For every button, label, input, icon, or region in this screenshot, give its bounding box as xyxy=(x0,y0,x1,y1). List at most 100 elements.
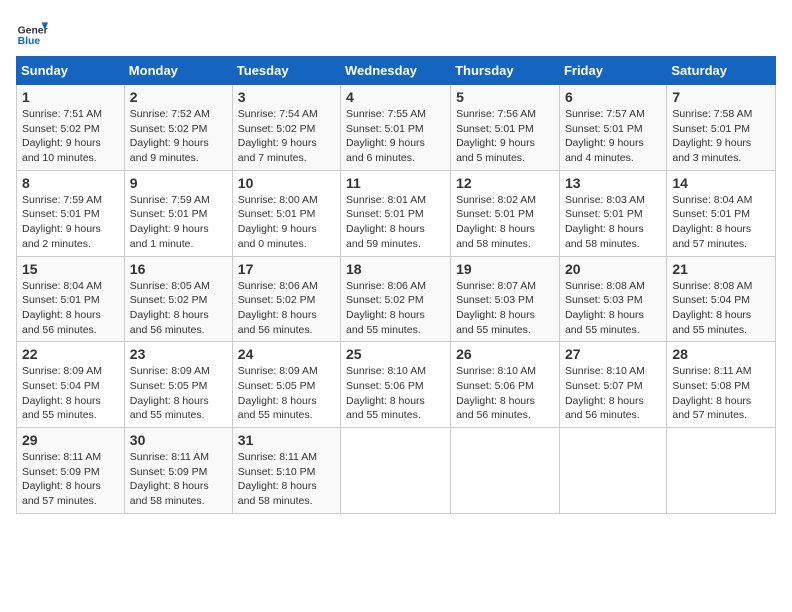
day-number: 8 xyxy=(22,175,119,191)
day-number: 11 xyxy=(346,175,445,191)
day-number: 15 xyxy=(22,261,119,277)
column-header-monday: Monday xyxy=(124,57,232,85)
logo: General Blue xyxy=(16,16,48,48)
day-info: Sunrise: 7:54 AM Sunset: 5:02 PM Dayligh… xyxy=(238,107,335,166)
day-info: Sunrise: 8:06 AM Sunset: 5:02 PM Dayligh… xyxy=(346,279,445,338)
column-header-tuesday: Tuesday xyxy=(232,57,340,85)
column-header-friday: Friday xyxy=(559,57,666,85)
day-number: 29 xyxy=(22,432,119,448)
day-info: Sunrise: 8:04 AM Sunset: 5:01 PM Dayligh… xyxy=(22,279,119,338)
column-header-sunday: Sunday xyxy=(17,57,125,85)
day-number: 25 xyxy=(346,346,445,362)
column-header-saturday: Saturday xyxy=(667,57,776,85)
calendar-cell-day-5: 5 Sunrise: 7:56 AM Sunset: 5:01 PM Daylig… xyxy=(451,85,560,171)
day-info: Sunrise: 8:02 AM Sunset: 5:01 PM Dayligh… xyxy=(456,193,554,252)
svg-text:General: General xyxy=(18,26,48,37)
day-info: Sunrise: 7:56 AM Sunset: 5:01 PM Dayligh… xyxy=(456,107,554,166)
empty-cell xyxy=(341,428,451,514)
day-info: Sunrise: 8:10 AM Sunset: 5:07 PM Dayligh… xyxy=(565,364,661,423)
calendar-cell-day-16: 16Sunrise: 8:05 AM Sunset: 5:02 PM Dayli… xyxy=(124,256,232,342)
empty-cell xyxy=(451,428,560,514)
day-number: 23 xyxy=(130,346,227,362)
day-info: Sunrise: 8:08 AM Sunset: 5:03 PM Dayligh… xyxy=(565,279,661,338)
day-number: 1 xyxy=(22,89,119,105)
calendar-cell-day-19: 19 Sunrise: 8:07 AM Sunset: 5:03 PM Dayli… xyxy=(451,256,560,342)
day-number: 27 xyxy=(565,346,661,362)
day-number: 20 xyxy=(565,261,661,277)
page-header: General Blue xyxy=(16,16,776,48)
calendar-cell-day-27: 27 Sunrise: 8:10 AM Sunset: 5:07 PM Dayli… xyxy=(559,342,666,428)
day-info: Sunrise: 8:09 AM Sunset: 5:05 PM Dayligh… xyxy=(238,364,335,423)
calendar-cell-day-12: 12 Sunrise: 8:02 AM Sunset: 5:01 PM Dayli… xyxy=(451,170,560,256)
calendar-table: SundayMondayTuesdayWednesdayThursdayFrid… xyxy=(16,56,776,514)
day-number: 3 xyxy=(238,89,335,105)
day-number: 12 xyxy=(456,175,554,191)
day-number: 14 xyxy=(672,175,770,191)
day-info: Sunrise: 7:58 AM Sunset: 5:01 PM Dayligh… xyxy=(672,107,770,166)
calendar-cell-day-10: 10 Sunrise: 8:00 AM Sunset: 5:01 PM Dayli… xyxy=(232,170,340,256)
day-info: Sunrise: 8:06 AM Sunset: 5:02 PM Dayligh… xyxy=(238,279,335,338)
day-number: 30 xyxy=(130,432,227,448)
day-info: Sunrise: 8:10 AM Sunset: 5:06 PM Dayligh… xyxy=(346,364,445,423)
calendar-cell-day-24: 24 Sunrise: 8:09 AM Sunset: 5:05 PM Dayli… xyxy=(232,342,340,428)
calendar-cell-day-15: 15 Sunrise: 8:04 AM Sunset: 5:01 PM Dayli… xyxy=(17,256,125,342)
day-number: 17 xyxy=(238,261,335,277)
calendar-cell-day-31: 31 Sunrise: 8:11 AM Sunset: 5:10 PM Dayli… xyxy=(232,428,340,514)
day-info: Sunrise: 8:11 AM Sunset: 5:09 PM Dayligh… xyxy=(130,450,227,509)
calendar-cell-day-30: 30 Sunrise: 8:11 AM Sunset: 5:09 PM Dayli… xyxy=(124,428,232,514)
calendar-cell-day-21: 21 Sunrise: 8:08 AM Sunset: 5:04 PM Dayli… xyxy=(667,256,776,342)
day-number: 7 xyxy=(672,89,770,105)
calendar-cell-day-20: 20 Sunrise: 8:08 AM Sunset: 5:03 PM Dayli… xyxy=(559,256,666,342)
calendar-cell-day-8: 8 Sunrise: 7:59 AM Sunset: 5:01 PM Daylig… xyxy=(17,170,125,256)
day-number: 4 xyxy=(346,89,445,105)
logo-icon: General Blue xyxy=(16,16,48,48)
calendar-cell-day-6: 6Sunrise: 7:57 AM Sunset: 5:01 PM Daylig… xyxy=(559,85,666,171)
empty-cell xyxy=(667,428,776,514)
column-header-thursday: Thursday xyxy=(451,57,560,85)
calendar-cell-day-1: 1 Sunrise: 7:51 AM Sunset: 5:02 PM Daylig… xyxy=(17,85,125,171)
calendar-cell-day-22: 22 Sunrise: 8:09 AM Sunset: 5:04 PM Dayli… xyxy=(17,342,125,428)
day-info: Sunrise: 8:09 AM Sunset: 5:05 PM Dayligh… xyxy=(130,364,227,423)
calendar-cell-day-23: 23 Sunrise: 8:09 AM Sunset: 5:05 PM Dayli… xyxy=(124,342,232,428)
empty-cell xyxy=(559,428,666,514)
day-info: Sunrise: 8:11 AM Sunset: 5:09 PM Dayligh… xyxy=(22,450,119,509)
day-number: 13 xyxy=(565,175,661,191)
day-number: 24 xyxy=(238,346,335,362)
day-number: 5 xyxy=(456,89,554,105)
calendar-cell-day-26: 26Sunrise: 8:10 AM Sunset: 5:06 PM Dayli… xyxy=(451,342,560,428)
calendar-cell-day-14: 14 Sunrise: 8:04 AM Sunset: 5:01 PM Dayli… xyxy=(667,170,776,256)
day-number: 16 xyxy=(130,261,227,277)
calendar-cell-day-2: 2Sunrise: 7:52 AM Sunset: 5:02 PM Daylig… xyxy=(124,85,232,171)
day-info: Sunrise: 8:04 AM Sunset: 5:01 PM Dayligh… xyxy=(672,193,770,252)
day-number: 2 xyxy=(130,89,227,105)
calendar-cell-day-28: 28Sunrise: 8:11 AM Sunset: 5:08 PM Dayli… xyxy=(667,342,776,428)
calendar-cell-day-29: 29 Sunrise: 8:11 AM Sunset: 5:09 PM Dayli… xyxy=(17,428,125,514)
day-info: Sunrise: 8:08 AM Sunset: 5:04 PM Dayligh… xyxy=(672,279,770,338)
svg-text:Blue: Blue xyxy=(18,36,41,47)
day-info: Sunrise: 8:01 AM Sunset: 5:01 PM Dayligh… xyxy=(346,193,445,252)
day-number: 18 xyxy=(346,261,445,277)
calendar-cell-day-18: 18 Sunrise: 8:06 AM Sunset: 5:02 PM Dayli… xyxy=(341,256,451,342)
calendar-cell-day-17: 17 Sunrise: 8:06 AM Sunset: 5:02 PM Dayli… xyxy=(232,256,340,342)
day-number: 10 xyxy=(238,175,335,191)
calendar-cell-day-7: 7 Sunrise: 7:58 AM Sunset: 5:01 PM Daylig… xyxy=(667,85,776,171)
day-info: Sunrise: 7:59 AM Sunset: 5:01 PM Dayligh… xyxy=(130,193,227,252)
calendar-cell-day-3: 3 Sunrise: 7:54 AM Sunset: 5:02 PM Daylig… xyxy=(232,85,340,171)
calendar-cell-day-4: 4Sunrise: 7:55 AM Sunset: 5:01 PM Daylig… xyxy=(341,85,451,171)
day-info: Sunrise: 8:00 AM Sunset: 5:01 PM Dayligh… xyxy=(238,193,335,252)
day-number: 22 xyxy=(22,346,119,362)
day-info: Sunrise: 7:51 AM Sunset: 5:02 PM Dayligh… xyxy=(22,107,119,166)
day-number: 31 xyxy=(238,432,335,448)
day-info: Sunrise: 8:11 AM Sunset: 5:10 PM Dayligh… xyxy=(238,450,335,509)
calendar-cell-day-11: 11 Sunrise: 8:01 AM Sunset: 5:01 PM Dayli… xyxy=(341,170,451,256)
day-info: Sunrise: 7:59 AM Sunset: 5:01 PM Dayligh… xyxy=(22,193,119,252)
day-info: Sunrise: 8:03 AM Sunset: 5:01 PM Dayligh… xyxy=(565,193,661,252)
day-number: 6 xyxy=(565,89,661,105)
day-info: Sunrise: 8:10 AM Sunset: 5:06 PM Dayligh… xyxy=(456,364,554,423)
day-info: Sunrise: 8:09 AM Sunset: 5:04 PM Dayligh… xyxy=(22,364,119,423)
calendar-cell-day-25: 25 Sunrise: 8:10 AM Sunset: 5:06 PM Dayli… xyxy=(341,342,451,428)
day-number: 19 xyxy=(456,261,554,277)
day-number: 21 xyxy=(672,261,770,277)
day-info: Sunrise: 8:11 AM Sunset: 5:08 PM Dayligh… xyxy=(672,364,770,423)
day-info: Sunrise: 8:07 AM Sunset: 5:03 PM Dayligh… xyxy=(456,279,554,338)
